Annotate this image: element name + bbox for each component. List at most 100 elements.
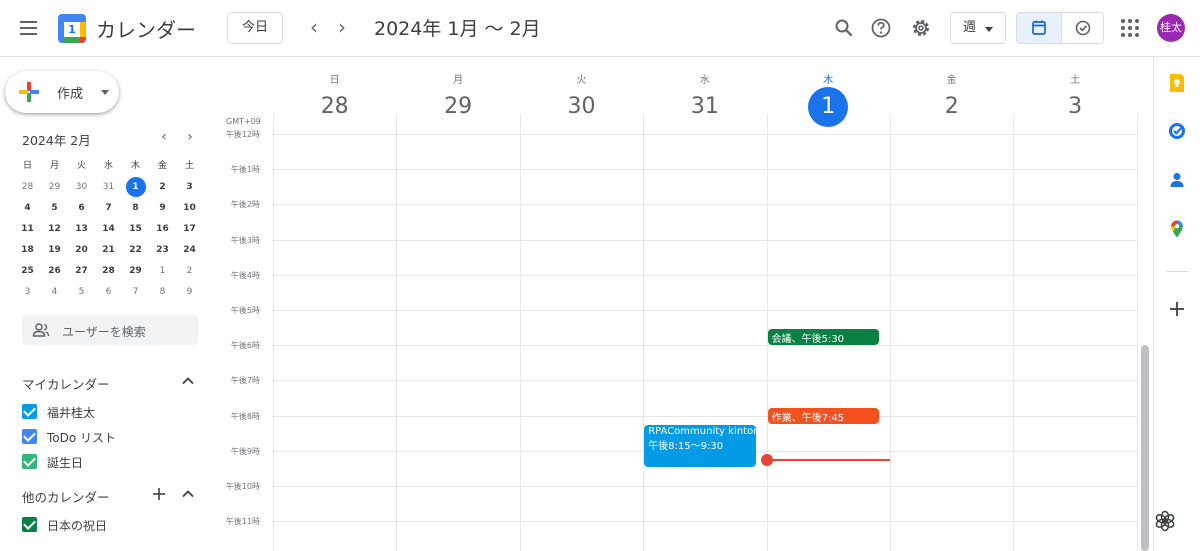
mini-day-number: 9	[186, 287, 193, 297]
calendar-view-toggle-button[interactable]	[1017, 13, 1061, 43]
hour-label: 午後11時	[225, 517, 260, 527]
search-users-placeholder: ユーザーを検索	[62, 325, 146, 339]
mini-day-cell[interactable]: 7	[95, 198, 122, 219]
other-calendars-title[interactable]: 他のカレンダー	[22, 487, 110, 506]
mini-day-cell[interactable]: 6	[95, 282, 122, 303]
mini-prev-chevron-icon[interactable]: ‹	[156, 129, 172, 147]
mini-day-cell[interactable]: 14	[95, 219, 122, 240]
my-calendars-title[interactable]: マイカレンダー	[22, 374, 110, 393]
collapse-chevron-up-icon[interactable]	[179, 372, 197, 390]
calendar-logo-icon[interactable]: 1	[58, 14, 86, 43]
avatar[interactable]: 桂太	[1157, 14, 1185, 42]
contacts-icon[interactable]	[1167, 170, 1187, 190]
assistant-knot-icon[interactable]	[1152, 508, 1178, 534]
mini-day-cell[interactable]: 28	[95, 261, 122, 282]
calendar-name: 日本の祝日	[47, 519, 108, 533]
tasks-icon[interactable]	[1167, 121, 1187, 141]
calendar-checkbox[interactable]	[22, 517, 37, 532]
mini-day-cell[interactable]: 6	[68, 198, 95, 219]
mini-day-cell[interactable]: 19	[41, 240, 68, 261]
mini-day-cell[interactable]: 1	[122, 177, 149, 198]
day-number-button[interactable]: 2	[932, 87, 972, 127]
calendar-checkbox[interactable]	[22, 454, 37, 469]
calendar-checkbox[interactable]	[22, 429, 37, 444]
tasks-view-toggle-button[interactable]	[1061, 13, 1103, 43]
mini-day-cell[interactable]: 29	[122, 261, 149, 282]
mini-day-cell[interactable]: 3	[14, 282, 41, 303]
day-of-week-label: 土	[1070, 75, 1081, 86]
chevron-left-icon[interactable]: ‹	[300, 14, 328, 42]
hour-gridline	[272, 134, 1138, 135]
mini-day-cell[interactable]: 9	[176, 282, 203, 303]
mini-day-cell[interactable]: 5	[41, 198, 68, 219]
day-number-button[interactable]: 29	[438, 87, 478, 127]
mini-day-cell[interactable]: 25	[14, 261, 41, 282]
mini-next-chevron-icon[interactable]: ›	[182, 129, 198, 147]
mini-day-number: 3	[186, 182, 193, 192]
mini-day-cell[interactable]: 26	[41, 261, 68, 282]
calendar-event[interactable]: RPACommunity kintone 午後8:15〜9:30	[644, 425, 756, 468]
calendar-name: 福井桂太	[47, 406, 96, 420]
hamburger-menu-icon[interactable]	[14, 16, 42, 40]
day-number-button[interactable]: 30	[561, 87, 601, 127]
chevron-right-icon[interactable]: ›	[328, 14, 356, 42]
day-number-button[interactable]: 1	[808, 87, 849, 127]
mini-day-cell[interactable]: 27	[68, 261, 95, 282]
mini-day-cell[interactable]: 22	[122, 240, 149, 261]
mini-day-cell[interactable]: 23	[149, 240, 176, 261]
mini-day-cell[interactable]: 7	[122, 282, 149, 303]
collapse-chevron-up-icon[interactable]	[179, 485, 197, 503]
mini-day-cell[interactable]: 10	[176, 198, 203, 219]
help-icon[interactable]	[867, 14, 895, 42]
mini-day-cell[interactable]: 8	[122, 198, 149, 219]
mini-day-cell[interactable]: 15	[122, 219, 149, 240]
hour-gridline	[272, 380, 1138, 382]
mini-day-cell[interactable]: 18	[14, 240, 41, 261]
mini-day-cell[interactable]: 2	[149, 177, 176, 198]
mini-day-cell[interactable]: 4	[14, 198, 41, 219]
calendar-event[interactable]: 会議、午後5:30	[767, 328, 879, 345]
day-number-button[interactable]: 28	[315, 87, 355, 127]
mini-day-cell[interactable]: 2	[176, 261, 203, 282]
mini-day-cell[interactable]: 28	[14, 177, 41, 198]
mini-day-cell[interactable]: 29	[41, 177, 68, 198]
keep-icon[interactable]	[1167, 73, 1187, 93]
mini-day-cell[interactable]: 16	[149, 219, 176, 240]
mini-day-cell[interactable]: 12	[41, 219, 68, 240]
mini-day-cell[interactable]: 3	[176, 177, 203, 198]
day-number-button[interactable]: 31	[685, 87, 725, 127]
mini-day-cell[interactable]: 17	[176, 219, 203, 240]
calendar-checkbox[interactable]	[22, 404, 37, 419]
mini-day-cell[interactable]: 1	[149, 261, 176, 282]
calendar-event[interactable]: 作業、午後7:45	[767, 407, 879, 424]
mini-day-number: 11	[21, 224, 34, 234]
mini-day-cell[interactable]: 8	[149, 282, 176, 303]
search-users-input[interactable]: ユーザーを検索	[22, 315, 198, 345]
mini-day-cell[interactable]: 13	[68, 219, 95, 240]
mini-day-cell[interactable]: 5	[68, 282, 95, 303]
mini-day-number: 20	[75, 245, 88, 255]
mini-day-number: 23	[156, 245, 169, 255]
settings-gear-icon[interactable]	[907, 14, 935, 42]
mini-day-cell[interactable]: 11	[14, 219, 41, 240]
mini-day-cell[interactable]: 9	[149, 198, 176, 219]
add-calendar-plus-icon[interactable]	[150, 485, 168, 503]
today-button[interactable]: 今日	[227, 12, 283, 44]
mini-day-cell[interactable]: 30	[68, 177, 95, 198]
mini-day-number: 31	[102, 182, 115, 192]
mini-day-cell[interactable]: 24	[176, 240, 203, 261]
mini-day-cell[interactable]: 20	[68, 240, 95, 261]
day-number-button[interactable]: 3	[1055, 87, 1095, 127]
create-button[interactable]: 作成	[5, 71, 119, 113]
plus-icon[interactable]	[1167, 299, 1187, 319]
mini-day-cell[interactable]: 4	[41, 282, 68, 303]
mini-day-cell[interactable]: 31	[95, 177, 122, 198]
scrollbar-thumb[interactable]	[1141, 345, 1149, 551]
event-title: 作業、午後7:45	[771, 412, 845, 424]
mini-day-number: 5	[78, 287, 85, 297]
search-icon[interactable]	[830, 14, 858, 42]
view-select-button[interactable]: 週	[950, 12, 1006, 44]
mini-day-cell[interactable]: 21	[95, 240, 122, 261]
apps-grid-icon[interactable]	[1120, 18, 1140, 38]
maps-icon[interactable]	[1167, 219, 1187, 239]
